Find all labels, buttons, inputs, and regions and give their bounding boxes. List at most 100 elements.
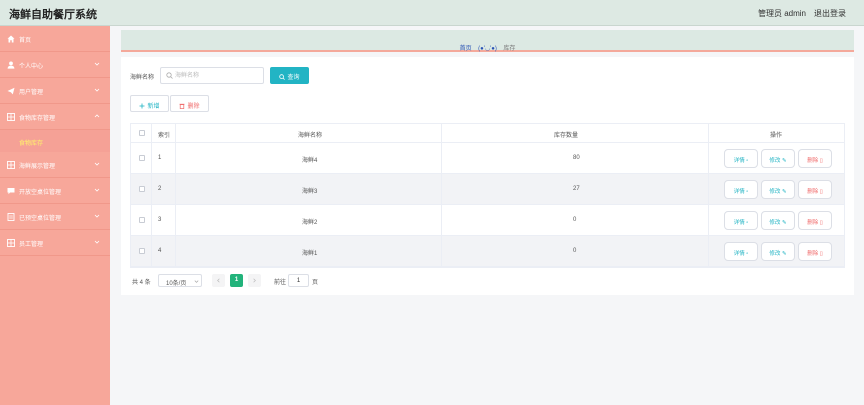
edit-button[interactable]: 修改 ✎	[761, 211, 795, 230]
chevron-down-icon	[94, 161, 100, 167]
goto-page-input[interactable]: 1	[288, 274, 309, 287]
next-page-button[interactable]	[248, 274, 261, 287]
edit-button-label: 修改	[769, 251, 781, 257]
edit-button[interactable]: 修改 ✎	[761, 180, 795, 199]
column-header-index: 索引	[158, 133, 171, 139]
row-name: 海鲜1	[302, 251, 318, 257]
batch-delete-button[interactable]: 删除	[170, 95, 209, 112]
sidebar-item-users[interactable]: 用户管理	[0, 78, 110, 104]
chevron-left-icon	[217, 278, 220, 283]
query-button[interactable]: 查询	[270, 67, 309, 84]
delete-button[interactable]: 删除 ▯	[798, 149, 832, 168]
query-button-label: 查询	[287, 75, 300, 81]
row-quantity: 0	[573, 248, 577, 254]
sidebar-item-label: 海鲜展示管理	[19, 164, 56, 170]
delete-button-label: 删除	[807, 158, 819, 164]
breadcrumb-home-link[interactable]: 首页	[460, 46, 472, 52]
chevron-down-icon	[94, 187, 100, 193]
edit-button[interactable]: 修改 ✎	[761, 242, 795, 261]
sidebar-item-staff[interactable]: 员工管理	[0, 230, 110, 256]
row-index: 1	[158, 155, 162, 161]
delete-button[interactable]: 删除 ▯	[798, 180, 832, 199]
delete-button-label: 删除	[807, 220, 819, 226]
user-icon	[7, 61, 15, 69]
sidebar-item-label: 首页	[19, 38, 32, 44]
row-name: 海鲜4	[302, 158, 318, 164]
home-icon	[7, 35, 15, 43]
table-row: 3 海鲜2 0 详情 ▫ 修改 ✎ 删除 ▯	[131, 205, 844, 236]
row-checkbox[interactable]	[139, 217, 145, 223]
breadcrumb-emoticon: (●'◡'●)	[478, 46, 497, 52]
chevron-down-icon	[94, 213, 100, 219]
column-header-quantity: 库存数量	[554, 133, 579, 139]
chevron-down-icon	[94, 61, 100, 67]
add-button-label: 新增	[147, 104, 160, 110]
detail-button[interactable]: 详情 ▫	[724, 149, 758, 168]
plus-icon	[139, 103, 145, 109]
row-checkbox[interactable]	[139, 186, 145, 192]
sidebar-item-open-tables[interactable]: 开放空桌位管理	[0, 178, 110, 204]
delete-button-label: 删除	[807, 189, 819, 195]
edit-button-label: 修改	[769, 220, 781, 226]
select-all-checkbox[interactable]	[139, 130, 145, 136]
edit-button-label: 修改	[769, 158, 781, 164]
sidebar-subitem-label: 食物库存	[19, 141, 44, 147]
detail-button-label: 详情	[733, 158, 745, 164]
row-quantity: 80	[573, 155, 580, 161]
search-label: 海鲜名称	[130, 75, 155, 81]
search-text-field[interactable]	[175, 70, 261, 81]
grid-icon	[7, 161, 15, 169]
inventory-table: 索引 海鲜名称 库存数量 操作 1 海鲜4 80 详情 ▫ 修改 ✎ 删除 ▯ …	[130, 123, 845, 268]
goto-label: 前往	[274, 280, 287, 286]
breadcrumb: 首页 (●'◡'●) 库存	[121, 30, 854, 52]
chevron-right-icon	[253, 278, 256, 283]
sidebar-item-label: 员工管理	[19, 242, 44, 248]
pagination-total: 共 4 条	[132, 280, 151, 286]
row-index: 3	[158, 217, 162, 223]
row-checkbox[interactable]	[139, 155, 145, 161]
detail-button[interactable]: 详情 ▫	[724, 242, 758, 261]
row-name: 海鲜2	[302, 220, 318, 226]
edit-button-label: 修改	[769, 189, 781, 195]
sidebar-item-label: 个人中心	[19, 64, 44, 70]
column-header-actions: 操作	[770, 133, 783, 139]
chat-icon	[7, 187, 15, 195]
prev-page-button[interactable]	[212, 274, 225, 287]
chevron-down-icon	[194, 279, 199, 284]
detail-button[interactable]: 详情 ▫	[724, 211, 758, 230]
logout-link[interactable]: 退出登录	[814, 8, 846, 19]
table-row: 2 海鲜3 27 详情 ▫ 修改 ✎ 删除 ▯	[131, 174, 844, 205]
sidebar-item-inventory[interactable]: 食物库存管理	[0, 104, 110, 130]
page-size-select[interactable]: 10条/页	[158, 274, 202, 287]
detail-button[interactable]: 详情 ▫	[724, 180, 758, 199]
search-icon	[279, 74, 286, 80]
goto-suffix: 页	[312, 280, 319, 286]
column-header-name: 海鲜名称	[298, 133, 323, 139]
page-size-value: 10条/页	[166, 281, 187, 287]
detail-button-label: 详情	[733, 220, 745, 226]
doc-icon	[7, 213, 15, 221]
table-header-row: 索引 海鲜名称 库存数量 操作	[131, 124, 844, 143]
row-checkbox[interactable]	[139, 248, 145, 254]
send-icon	[7, 87, 15, 95]
delete-button[interactable]: 删除 ▯	[798, 242, 832, 261]
search-input[interactable]	[160, 67, 264, 84]
sidebar-subitem-inventory[interactable]: 食物库存	[0, 130, 110, 152]
sidebar: 首页 个人中心 用户管理 食物库存管理 食物库存 海鲜展示管理 开放空桌位管理 …	[0, 26, 110, 405]
top-bar: 海鲜自助餐厅系统 管理员 admin 退出登录	[0, 0, 864, 26]
chevron-up-icon	[94, 113, 100, 119]
sidebar-item-home[interactable]: 首页	[0, 26, 110, 52]
row-name: 海鲜3	[302, 189, 318, 195]
sidebar-item-profile[interactable]: 个人中心	[0, 52, 110, 78]
page-number-current[interactable]: 1	[230, 274, 243, 287]
delete-button[interactable]: 删除 ▯	[798, 211, 832, 230]
search-icon	[166, 72, 173, 79]
sidebar-item-label: 食物库存管理	[19, 116, 56, 122]
sidebar-item-seafood-display[interactable]: 海鲜展示管理	[0, 152, 110, 178]
sidebar-item-booked-tables[interactable]: 已预空桌位管理	[0, 204, 110, 230]
detail-button-label: 详情	[733, 189, 745, 195]
add-button[interactable]: 新增	[130, 95, 169, 112]
batch-delete-button-label: 删除	[187, 104, 200, 110]
edit-button[interactable]: 修改 ✎	[761, 149, 795, 168]
table-row: 1 海鲜4 80 详情 ▫ 修改 ✎ 删除 ▯	[131, 143, 844, 174]
